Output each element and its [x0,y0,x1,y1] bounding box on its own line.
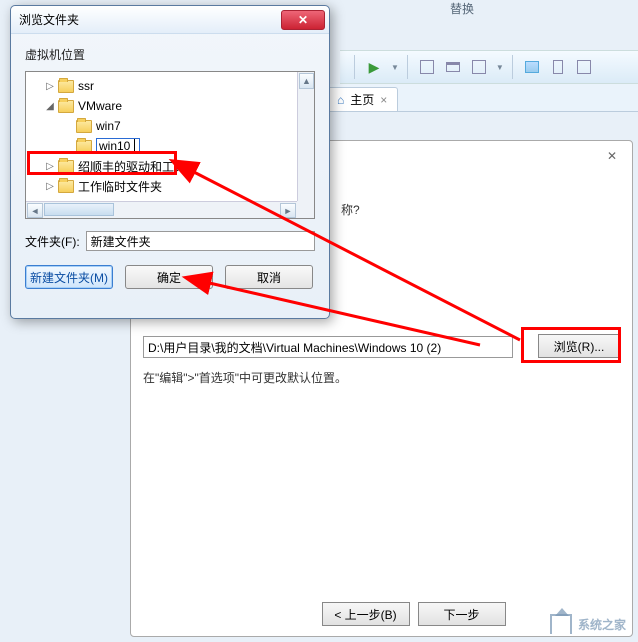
folder-icon [76,140,92,153]
folder-icon [58,180,74,193]
ribbon-replace-label: 替换 [450,0,474,16]
watermark: 系统之家 [550,614,626,634]
expander-icon[interactable]: ▷ [44,81,56,92]
tree-item-label: win7 [96,119,121,133]
folder-name-input[interactable] [86,231,315,251]
browse-button[interactable]: 浏览(R)... [538,334,620,358]
wizard-nav-buttons: < 上一步(B) 下一步 [322,602,506,626]
tree-item-label: VMware [78,99,122,113]
chevron-down-icon[interactable]: ▼ [391,63,399,72]
dialog-title: 浏览文件夹 [19,11,281,28]
close-icon[interactable]: × [380,93,387,107]
section-label: 虚拟机位置 [25,46,315,63]
toolbar-button-2[interactable] [442,56,464,78]
dialog-body: 虚拟机位置 ▷ ssr ◢ VMware win7 win10 ▷ 绍顺丰的驱动和工具 ▷ 工作… [11,34,329,299]
tree-item-label: ssr [78,79,94,93]
toolbar-separator [512,55,513,79]
folder-field-label: 文件夹(F): [25,233,80,250]
expander-icon[interactable]: ▷ [44,181,56,192]
wizard-close-icon[interactable]: ✕ [607,149,617,163]
scroll-thumb[interactable] [44,203,114,216]
home-icon: ⌂ [337,93,344,107]
dialog-button-row: 新建文件夹(M) 确定 取消 [25,265,315,289]
folder-icon [58,160,74,173]
tree-item[interactable]: ▷ ssr [28,76,312,96]
wizard-tip-text: 在"编辑">"首选项"中可更改默认位置。 [143,369,347,386]
tab-label: 主页 [350,91,374,108]
scroll-up-icon[interactable]: ▲ [299,73,314,89]
tree-item[interactable]: ▷ 绍顺丰的驱动和工具 [28,156,312,176]
ribbon-remnant: 替换 [390,0,638,16]
scrollbar-corner [297,201,314,218]
scroll-left-icon[interactable]: ◄ [27,203,43,218]
location-row: 浏览(R)... [143,336,620,358]
ok-button[interactable]: 确定 [125,265,213,289]
close-icon: ✕ [298,13,308,27]
new-folder-button[interactable]: 新建文件夹(M) [25,265,113,289]
scroll-right-icon[interactable]: ► [280,203,296,218]
tab-home[interactable]: ⌂ 主页 × [326,87,398,111]
toolbar-separator [354,55,355,79]
vertical-scrollbar[interactable]: ▲ [297,72,314,201]
folder-icon [58,100,74,113]
toolbar-separator [407,55,408,79]
tree-item-label: 绍顺丰的驱动和工具 [78,158,186,175]
watermark-icon [550,614,572,634]
folder-tree: ▷ssr◢VMwarewin7win10 ▷绍顺丰的驱动和工具▷工作临时文件夹 … [25,71,315,219]
play-icon[interactable]: ▶ [363,56,385,78]
chevron-down-icon[interactable]: ▼ [496,63,504,72]
horizontal-scrollbar[interactable]: ◄ ► [26,201,297,218]
toolbar-button-5[interactable] [547,56,569,78]
close-button[interactable]: ✕ [281,10,325,30]
tree-item[interactable]: win7 [28,116,312,136]
cancel-button[interactable]: 取消 [225,265,313,289]
folder-icon [58,80,74,93]
tree-item[interactable]: ◢ VMware [28,96,312,116]
toolbar-button-4[interactable] [521,56,543,78]
next-button[interactable]: 下一步 [418,602,506,626]
expander-icon[interactable]: ◢ [44,101,56,112]
location-input[interactable] [143,336,513,358]
main-toolbar: ▶ ▼ ▼ [340,50,638,84]
folder-rename-input[interactable]: win10 [96,138,140,154]
toolbar-button-3[interactable] [468,56,490,78]
tree-item[interactable]: win10 [28,136,312,156]
toolbar-button-1[interactable] [416,56,438,78]
tree-item-label: 工作临时文件夹 [78,178,162,195]
watermark-text: 系统之家 [578,616,626,633]
expander-icon[interactable]: ▷ [44,161,56,172]
back-button[interactable]: < 上一步(B) [322,602,410,626]
dialog-titlebar[interactable]: 浏览文件夹 ✕ [11,6,329,34]
tree-item[interactable]: ▷ 工作临时文件夹 [28,176,312,196]
toolbar-button-6[interactable] [573,56,595,78]
browse-folder-dialog: 浏览文件夹 ✕ 虚拟机位置 ▷ ssr ◢ VMware win7 win10 ▷ 绍顺丰的… [10,5,330,319]
tab-strip: ⌂ 主页 × [322,84,638,112]
folder-name-row: 文件夹(F): [25,231,315,251]
folder-icon [76,120,92,133]
wizard-question-truncated: 称? [341,201,360,218]
tree-content: ▷ ssr ◢ VMware win7 win10 ▷ 绍顺丰的驱动和工具 ▷ 工作临时文件夹 [26,72,314,198]
